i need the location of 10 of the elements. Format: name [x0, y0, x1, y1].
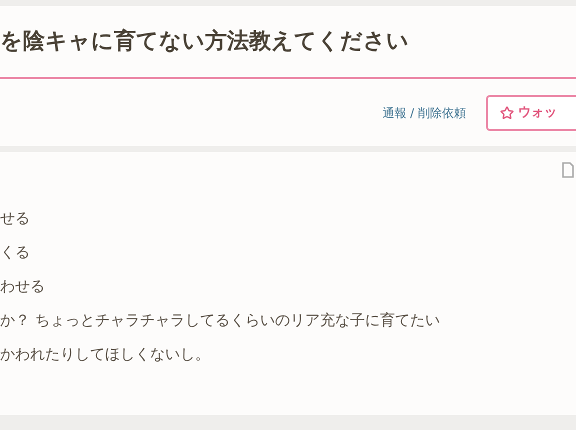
star-icon: [500, 106, 514, 120]
watch-button[interactable]: ウォッ: [486, 94, 576, 130]
question-title: を陰キャに育てない方法教えてください: [0, 30, 409, 52]
body-text-line: せる: [0, 208, 31, 229]
body-text-line: か？ ちょっとチャラチャラしてるくらいのリア充な子に育てたい: [0, 310, 441, 331]
body-text-line: わせる: [0, 276, 46, 297]
body-text-line: かわれたりしてほしくないし。: [0, 344, 211, 365]
document-icon: [561, 162, 575, 178]
report-link[interactable]: 通報 / 削除依頼: [382, 104, 466, 122]
body-text-line: くる: [0, 242, 31, 263]
